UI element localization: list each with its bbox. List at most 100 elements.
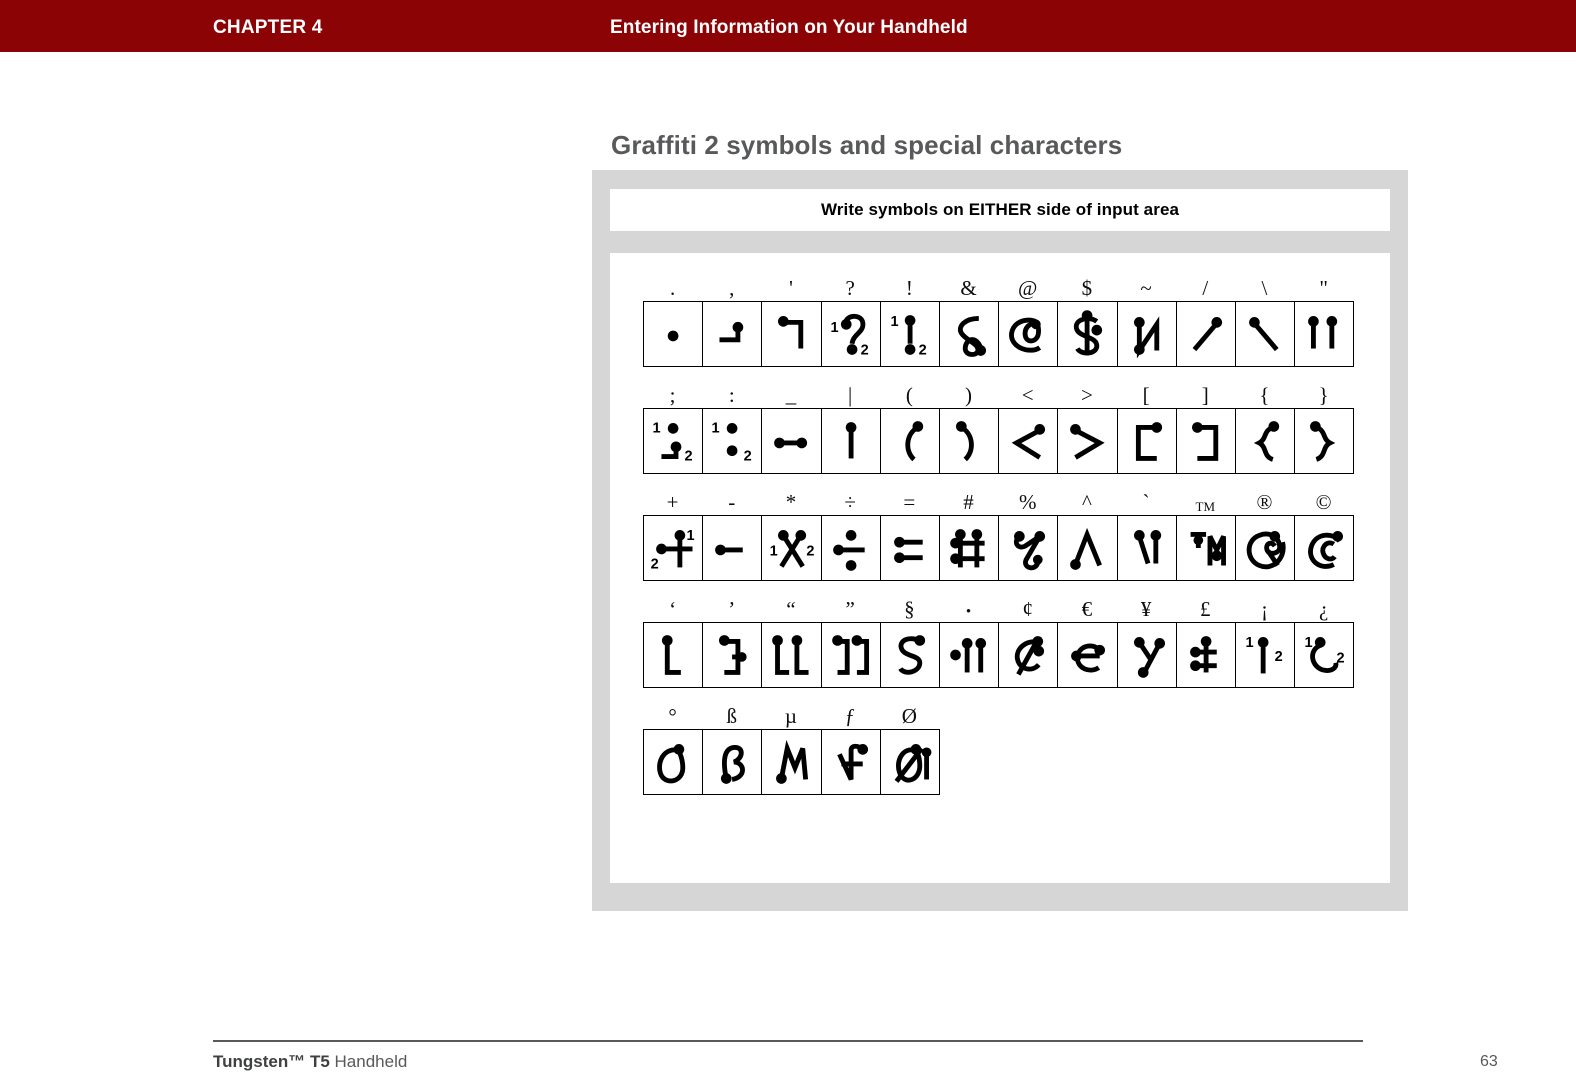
- graffiti-stroke-right-brace: [1295, 409, 1355, 473]
- symbol-label-left-single-quote: ‘: [669, 597, 677, 621]
- graffiti-stroke-backslash: [1236, 302, 1296, 366]
- page-number: 63: [1480, 1053, 1498, 1070]
- graffiti-stroke-apostrophe: [762, 302, 822, 366]
- symbol-label-euro-sign: €: [1081, 597, 1093, 621]
- symbol-label-forward-slash: /: [1202, 276, 1209, 300]
- graffiti-stroke-less-than: [999, 409, 1059, 473]
- graffiti-stroke-copyright: [1295, 516, 1355, 580]
- footer-product: Handheld: [329, 1052, 408, 1071]
- symbol-label-backslash: \: [1261, 276, 1268, 300]
- symbol-label-section-sign: §: [904, 597, 915, 621]
- graffiti-stroke-asterisk: 12: [762, 516, 822, 580]
- graffiti-stroke-double-quote: [1295, 302, 1355, 366]
- graffiti-stroke-ampersand: [940, 302, 1000, 366]
- graffiti-stroke-division-sign: [822, 516, 881, 580]
- symbol-label-period: .: [669, 276, 676, 300]
- graffiti-stroke-yen-sign: [1118, 623, 1177, 687]
- graffiti-stroke-strip: 1212: [643, 515, 1355, 581]
- symbol-row-4: ‘’ “” § • ¢ € ¥ £ ¡ ¿ 1 2 1 2: [643, 592, 1355, 688]
- graffiti-stroke-plus: 12: [644, 516, 704, 580]
- symbol-label-percent: %: [1018, 490, 1037, 514]
- graffiti-stroke-right-bracket: [1177, 409, 1236, 473]
- svg-text:1: 1: [712, 420, 720, 436]
- symbol-label-hash: #: [963, 490, 974, 514]
- symbol-label-division-sign: ÷: [844, 490, 856, 514]
- graffiti-stroke-micro-sign: [762, 730, 822, 794]
- svg-text:2: 2: [651, 556, 659, 572]
- graffiti-stroke-inverted-exclamation: 12: [1236, 623, 1296, 687]
- symbol-label-strip: + - * ÷ = #% ^ ` TM ® ©: [643, 485, 1354, 515]
- svg-text:2: 2: [744, 448, 752, 464]
- symbol-row-5: ° ß µ ƒ Ø: [643, 699, 1354, 795]
- symbol-label-left-double-quote: “: [786, 597, 796, 621]
- graffiti-stroke-hash: [940, 516, 1000, 580]
- symbol-label-semicolon: ;: [669, 383, 676, 407]
- svg-text:2: 2: [685, 448, 693, 464]
- graffiti-stroke-o-slash: [881, 730, 940, 794]
- symbol-label-question-mark: ?: [845, 276, 855, 300]
- symbol-label-florin-sign: ƒ: [844, 704, 856, 728]
- symbol-label-right-bracket: ]: [1201, 383, 1209, 407]
- graffiti-stroke-tilde: [1118, 302, 1177, 366]
- svg-text:2: 2: [918, 342, 926, 358]
- symbol-label-right-paren: ): [965, 383, 973, 407]
- graffiti-stroke-dollar-sign: [1058, 302, 1118, 366]
- symbol-label-at-sign: @: [1018, 276, 1038, 300]
- svg-text:1: 1: [1305, 635, 1313, 651]
- symbol-label-grave-accent: `: [1142, 490, 1150, 514]
- footer-product-line: Tungsten™ T5 Handheld: [213, 1052, 407, 1072]
- svg-text:1: 1: [770, 544, 778, 560]
- symbol-label-caret: ^: [1081, 490, 1092, 514]
- graffiti-stroke-cent-sign: [999, 623, 1059, 687]
- chapter-title: Entering Information on Your Handheld: [610, 17, 968, 38]
- graffiti-stroke-degree-sign: [644, 730, 704, 794]
- graffiti-stroke-semicolon: 12: [644, 409, 704, 473]
- symbol-label-strip: ° ß µ ƒ Ø: [643, 699, 1354, 729]
- graffiti-stroke-strip: 1212: [643, 301, 1355, 367]
- graffiti-stroke-section-sign: [881, 623, 940, 687]
- symbol-label-left-bracket: [: [1142, 383, 1150, 407]
- symbol-row-1: ., '?! & @ $ ~ / \ " 1 2 1 2: [643, 271, 1355, 367]
- graffiti-stroke-grave-accent: [1118, 516, 1177, 580]
- graffiti-stroke-greater-than: [1058, 409, 1118, 473]
- footer-divider: [213, 1040, 1363, 1042]
- svg-text:2: 2: [807, 544, 815, 560]
- graffiti-stroke-trademark: [1177, 516, 1236, 580]
- graffiti-stroke-bullet: [940, 623, 1000, 687]
- symbol-label-less-than: <: [1021, 383, 1034, 407]
- graffiti-stroke-forward-slash: [1177, 302, 1236, 366]
- chapter-header-bar: CHAPTER 4 Entering Information on Your H…: [0, 0, 1576, 52]
- graffiti-stroke-percent: [999, 516, 1059, 580]
- symbol-label-pipe: |: [848, 383, 853, 407]
- symbol-label-registered: ®: [1256, 490, 1273, 514]
- panel-banner: Write symbols on EITHER side of input ar…: [610, 189, 1390, 231]
- graffiti-stroke-colon: 12: [703, 409, 763, 473]
- symbol-label-micro-sign: µ: [784, 704, 798, 728]
- symbol-label-degree-sign: °: [668, 704, 677, 728]
- graffiti-stroke-question-mark: 12: [822, 302, 881, 366]
- graffiti-stroke-caret: [1058, 516, 1118, 580]
- graffiti-stroke-registered: [1236, 516, 1296, 580]
- symbol-row-3: + - * ÷ = #% ^ ` TM ® © 1 2 1 2: [643, 485, 1355, 581]
- symbol-label-right-double-quote: ”: [845, 597, 855, 621]
- graffiti-stroke-period: [644, 302, 704, 366]
- graffiti-stroke-left-single-quote: [644, 623, 704, 687]
- graffiti-stroke-right-paren: [940, 409, 1000, 473]
- symbol-label-asterisk: *: [785, 490, 797, 514]
- symbol-label-tilde: ~: [1140, 276, 1152, 300]
- symbol-label-yen-sign: ¥: [1140, 597, 1152, 621]
- graffiti-stroke-pound-sign: [1177, 623, 1236, 687]
- section-heading: Graffiti 2 symbols and special character…: [611, 130, 1123, 160]
- symbol-label-trademark: TM: [1195, 499, 1216, 514]
- graffiti-stroke-exclamation-mark: 12: [881, 302, 940, 366]
- panel-banner-text: Write symbols on EITHER side of input ar…: [820, 200, 1180, 219]
- graffiti-stroke-right-double-quote: [822, 623, 881, 687]
- graffiti-stroke-florin-sign: [822, 730, 881, 794]
- symbol-label-left-paren: (: [905, 383, 913, 407]
- symbol-label-pound-sign: £: [1200, 597, 1211, 621]
- symbol-label-strip: ‘ ’ “ ” § • ¢ € ¥ £ ¡ ¿: [643, 592, 1354, 622]
- graffiti-stroke-minus: [703, 516, 763, 580]
- svg-text:2: 2: [1274, 649, 1282, 665]
- svg-text:2: 2: [1337, 651, 1345, 667]
- svg-text:1: 1: [1245, 635, 1253, 651]
